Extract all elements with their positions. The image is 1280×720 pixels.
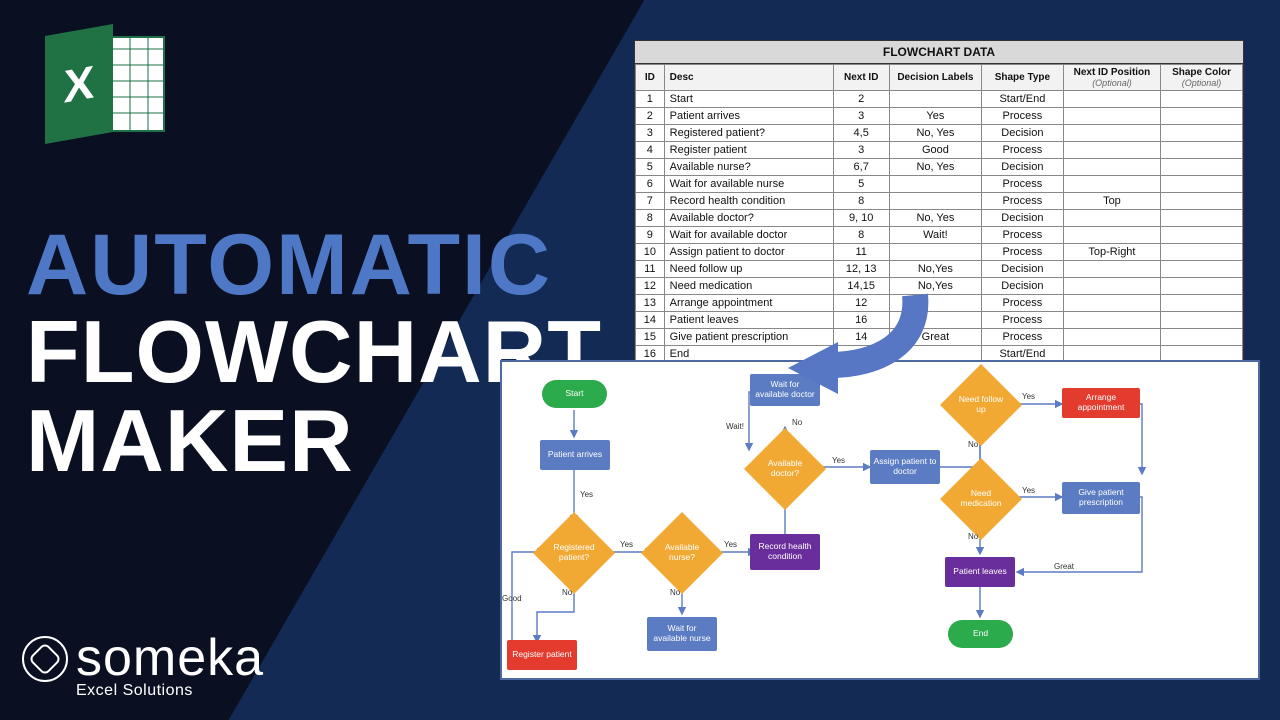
node-need-followup: Need follow up (952, 376, 1010, 434)
table-title: FLOWCHART DATA (635, 41, 1243, 64)
table-row: 8Available doctor?9, 10No, YesDecision (636, 210, 1243, 227)
node-record-health: Record health condition (750, 534, 820, 570)
brand-mark-icon (22, 636, 68, 682)
table-row: 1Start2Start/End (636, 91, 1243, 108)
headline-word-1: AUTOMATIC (26, 225, 602, 307)
transform-arrow-icon (780, 290, 940, 410)
node-need-medication: Need medication (952, 470, 1010, 528)
node-patient-leaves: Patient leaves (945, 557, 1015, 587)
edge-label: No (670, 588, 680, 597)
node-start: Start (542, 380, 607, 408)
table-row: 9Wait for available doctor8Wait!Process (636, 227, 1243, 244)
node-end: End (948, 620, 1013, 648)
table-row: 7Record health condition8ProcessTop (636, 193, 1243, 210)
node-assign-doctor: Assign patient to doctor (870, 450, 940, 484)
brand-logo: someka Excel Solutions (22, 628, 264, 700)
edge-label: Wait! (726, 422, 744, 431)
table-row: 5Available nurse?6,7No, YesDecision (636, 159, 1243, 176)
table-row: 4Register patient3GoodProcess (636, 142, 1243, 159)
table-row: 10Assign patient to doctor11ProcessTop-R… (636, 244, 1243, 261)
node-available-doctor: Available doctor? (756, 440, 814, 498)
edge-label: Yes (832, 456, 845, 465)
brand-name: someka (76, 628, 264, 688)
edge-label: Yes (620, 540, 633, 549)
edge-label: No (562, 588, 572, 597)
edge-label: No (968, 440, 978, 449)
edge-label: Yes (1022, 392, 1035, 401)
node-available-nurse: Available nurse? (653, 524, 711, 582)
edge-label: No (968, 532, 978, 541)
edge-label: Yes (580, 490, 593, 499)
table-row: 2Patient arrives3YesProcess (636, 108, 1243, 125)
excel-icon: X (45, 30, 165, 140)
node-give-prescription: Give patient prescription (1062, 482, 1140, 514)
edge-label: Great (1054, 562, 1074, 571)
table-header-row: ID Desc Next ID Decision Labels Shape Ty… (636, 65, 1243, 91)
edge-label: Yes (1022, 486, 1035, 495)
node-register-patient: Register patient (507, 640, 577, 670)
table-row: 11Need follow up12, 13No,YesDecision (636, 261, 1243, 278)
node-registered-patient: Registered patient? (545, 524, 603, 582)
edge-label: Yes (724, 540, 737, 549)
node-wait-nurse: Wait for available nurse (647, 617, 717, 651)
table-row: 6Wait for available nurse5Process (636, 176, 1243, 193)
node-patient-arrives: Patient arrives (540, 440, 610, 470)
table-row: 3Registered patient?4,5No, YesDecision (636, 125, 1243, 142)
node-arrange-appointment: Arrange appointment (1062, 388, 1140, 418)
promo-slide: X AUTOMATIC FLOWCHART MAKER someka Excel… (0, 0, 1280, 720)
edge-label: Good (502, 594, 522, 603)
edge-label: No (792, 418, 802, 427)
